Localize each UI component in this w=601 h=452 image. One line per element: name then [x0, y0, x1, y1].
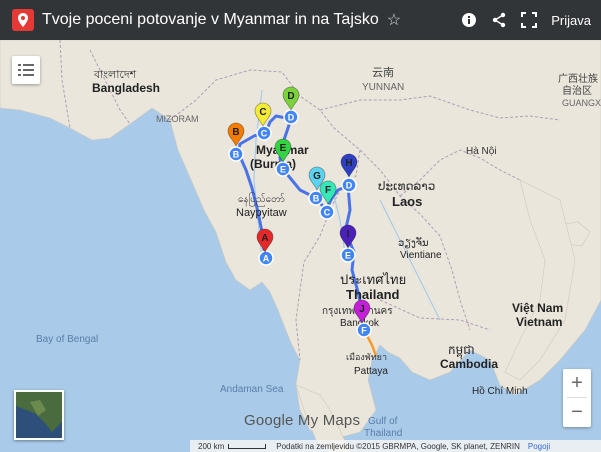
my-maps-logo-icon — [12, 9, 34, 31]
label-mizoram: MIZORAM — [156, 114, 199, 124]
marker-letter: B — [232, 127, 239, 138]
route-stop-letter: A — [263, 254, 270, 264]
route-stop-d-A[interactable]: A — [258, 250, 274, 266]
share-icon[interactable] — [491, 12, 507, 28]
label-hcmc: Hồ Chí Minh — [472, 385, 528, 397]
route-stop-letter: E — [280, 165, 286, 175]
label-cambodia: Cambodia — [440, 357, 498, 371]
label-vientiane: Vientiane — [400, 250, 442, 261]
label-laos-lo: ປະເທດລາວ — [378, 179, 435, 193]
label-bangladesh-bn: বাংলাদেশ — [93, 69, 137, 81]
label-thailand-th: ประเทศไทย — [340, 272, 406, 287]
route-stop-d-C1[interactable]: C — [256, 125, 272, 141]
scale-bar — [228, 443, 267, 449]
signin-button[interactable]: Prijava — [551, 13, 591, 28]
label-hanoi: Hà Nội — [466, 146, 497, 157]
map-title: Tvoje poceni potovanje v Myanmar in na T… — [42, 11, 379, 28]
marker-letter: A — [261, 233, 268, 244]
terms-link[interactable]: Pogoji — [528, 442, 550, 451]
marker-letter: G — [313, 171, 321, 182]
fullscreen-icon[interactable] — [521, 12, 538, 28]
label-vietnam2: Vietnam — [516, 315, 562, 329]
legend-toggle-button[interactable] — [12, 56, 40, 84]
label-guangxi-cn: 广西壮族 — [558, 72, 598, 85]
label-naypyitaw-my: နေပြည်တော် — [238, 191, 285, 207]
zoom-out-button[interactable]: − — [563, 398, 591, 426]
route-stop-letter: D — [346, 181, 353, 191]
route-stop-letter: E — [345, 251, 351, 261]
label-andaman: Andaman Sea — [220, 384, 284, 395]
label-pattaya: Pattaya — [354, 366, 388, 377]
route-stop-letter: B — [313, 194, 320, 204]
list-icon — [18, 64, 34, 76]
marker-letter: D — [287, 91, 294, 102]
scale-label: 200 km — [198, 441, 225, 451]
zoom-controls: + − — [563, 369, 591, 427]
label-naypyitaw: Naypyitaw — [236, 207, 287, 219]
route-stop-d-E1[interactable]: E — [275, 161, 291, 177]
route-stop-letter: B — [233, 150, 240, 160]
label-vietnam: Việt Nam — [512, 301, 563, 315]
route-stop-letter: C — [324, 208, 331, 218]
label-bangladesh: Bangladesh — [92, 81, 160, 95]
route-stop-d-B[interactable]: B — [228, 146, 244, 162]
map-header: Tvoje poceni potovanje v Myanmar in na T… — [0, 0, 601, 40]
marker-letter: H — [345, 158, 352, 169]
label-gulf-of: Gulf of — [368, 416, 398, 427]
map-attribution: Podatki na zemljevidu ©2015 GBRMPA, Goog… — [276, 441, 520, 451]
label-pattaya-th: เมืองพัทยา — [346, 352, 387, 362]
label-guangxi: GUANGXI — [562, 98, 601, 108]
marker-letter: F — [325, 185, 331, 196]
route-stop-d-E2[interactable]: E — [340, 247, 356, 263]
marker-letter: I — [347, 229, 350, 240]
label-thailand: Thailand — [346, 287, 400, 302]
route-stop-d-C2[interactable]: C — [319, 204, 335, 220]
map-footer: 200 km Podatki na zemljevidu ©2015 GBRMP… — [190, 440, 601, 452]
label-gulf-thailand: Thailand — [364, 428, 402, 439]
route-stop-letter: C — [261, 129, 268, 139]
route-stop-d-F[interactable]: F — [356, 322, 372, 338]
satellite-thumbnail — [16, 392, 62, 438]
zoom-in-button[interactable]: + — [563, 369, 591, 397]
label-laos: Laos — [392, 194, 422, 209]
label-yunnan-cn: 云南 — [372, 66, 394, 79]
header-actions: Prijava — [461, 0, 591, 40]
star-icon[interactable]: ☆ — [387, 10, 401, 30]
label-vientiane-lo: ວຽງຈັນ — [398, 237, 429, 249]
marker-letter: J — [359, 304, 365, 315]
route-stop-d-D1[interactable]: D — [283, 109, 299, 125]
route-stop-letter: F — [361, 326, 367, 336]
label-guangxi-cn2: 自治区 — [562, 84, 592, 97]
map-canvas[interactable]: বাংলাদেশ Bangladesh MIZORAM 云南 YUNNAN 广西… — [0, 0, 601, 452]
marker-letter: C — [259, 107, 266, 118]
map-app: বাংলাদেশ Bangladesh MIZORAM 云南 YUNNAN 广西… — [0, 0, 601, 452]
marker-letter: E — [280, 143, 287, 154]
route-stop-d-D2[interactable]: D — [341, 177, 357, 193]
label-yunnan: YUNNAN — [362, 82, 404, 93]
info-icon[interactable] — [461, 12, 477, 28]
route-stop-letter: D — [288, 113, 295, 123]
satellite-toggle[interactable] — [14, 390, 64, 440]
scale: 200 km — [198, 441, 267, 451]
label-bay-of-bengal: Bay of Bengal — [36, 334, 98, 345]
google-my-maps-watermark: Google My Maps — [244, 412, 361, 429]
